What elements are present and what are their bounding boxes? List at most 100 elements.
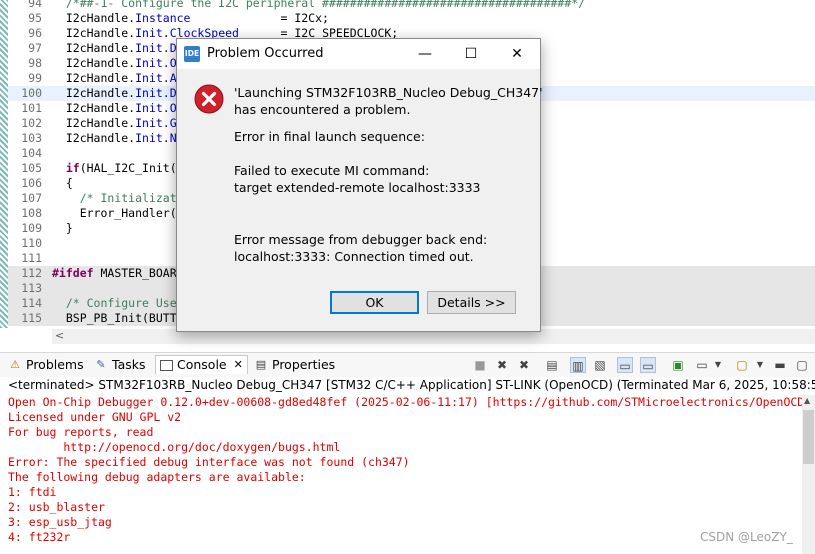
- tab-properties-label: Properties: [272, 357, 336, 372]
- code-token: {: [52, 176, 73, 190]
- code-token: .A: [162, 71, 177, 85]
- dialog-titlebar[interactable]: IDE Problem Occurred — ☐ ✕: [177, 39, 540, 69]
- console-output[interactable]: Open On-Chip Debugger 0.12.0+dev-00608-g…: [0, 395, 802, 554]
- clear-console-icon[interactable]: ▤: [544, 357, 560, 373]
- chevron-down-icon[interactable]: ▼: [710, 357, 726, 373]
- maximize-window-button[interactable]: ☐: [448, 39, 494, 69]
- code-token: Init: [135, 116, 163, 130]
- word-wrap-icon[interactable]: ▧: [592, 357, 608, 373]
- line-number: 94: [28, 0, 42, 10]
- console-line: Open On-Chip Debugger 0.12.0+dev-00608-g…: [8, 395, 802, 409]
- line-number: 97: [28, 41, 42, 55]
- line-number: 111: [21, 251, 42, 265]
- chevron-down-icon[interactable]: ▼: [752, 357, 768, 373]
- line-number: 100: [21, 86, 42, 100]
- tab-console[interactable]: Console ✕: [155, 355, 248, 374]
- ide-logo-icon: IDE: [184, 46, 200, 62]
- scroll-lock-icon[interactable]: ▥: [570, 357, 586, 373]
- console-line: Licensed under GNU GPL v2: [8, 410, 182, 424]
- details-button[interactable]: Details >>: [427, 291, 516, 314]
- code-token: Init: [135, 26, 163, 40]
- watermark: CSDN @LeoZY_: [700, 530, 793, 544]
- code-token: /* Initializat: [79, 191, 177, 205]
- code-token: .G: [162, 116, 177, 130]
- code-token: I2cHandle.: [52, 56, 136, 70]
- code-token: /*##-1- Configure the I2C peripheral ###…: [65, 0, 586, 10]
- code-token: Init: [135, 86, 163, 100]
- scroll-up-icon[interactable]: ▲: [804, 396, 810, 405]
- code-token: Error_Handler(: [52, 206, 177, 220]
- display-console-icon[interactable]: ▭: [694, 357, 710, 373]
- scroll-left-icon[interactable]: <: [55, 329, 64, 342]
- console-line: The following debug adapters are availab…: [8, 470, 306, 484]
- console-line: Error: The specified debug interface was…: [8, 455, 410, 469]
- code-token: = I2Cx;: [190, 11, 329, 25]
- remove-all-terminated-icon[interactable]: ✖: [516, 357, 532, 373]
- code-token: .O: [162, 101, 177, 115]
- close-window-button[interactable]: ✕: [494, 39, 540, 69]
- code-line[interactable]: 95 I2cHandle.Instance = I2Cx;: [8, 11, 815, 26]
- code-token: Init: [135, 41, 163, 55]
- new-console-icon[interactable]: ▢: [734, 357, 750, 373]
- scrollbar-thumb[interactable]: [803, 410, 814, 464]
- line-number: 107: [21, 191, 42, 205]
- line-number: 115: [21, 311, 42, 325]
- tab-console-label: Console: [177, 357, 227, 372]
- tab-properties[interactable]: ▤ Properties: [254, 356, 335, 374]
- line-number: 104: [21, 146, 42, 160]
- ok-button[interactable]: OK: [330, 291, 419, 314]
- code-token: I2cHandle.: [52, 116, 136, 130]
- code-token: BSP_PB_Init(BUTT: [52, 311, 177, 325]
- show-on-stderr-icon[interactable]: ▭: [640, 357, 656, 373]
- close-icon[interactable]: ✕: [234, 356, 243, 374]
- console-line: 1: ftdi: [8, 485, 57, 499]
- console-line: 2: usb_blaster: [8, 500, 105, 514]
- code-token: }: [52, 221, 73, 235]
- dialog-message-line2: has encountered a problem.: [234, 102, 411, 117]
- problems-icon: ⚠: [10, 358, 20, 371]
- editor-ruler: [0, 0, 8, 328]
- tasks-icon: ✎: [96, 358, 106, 371]
- properties-icon: ▤: [255, 358, 267, 371]
- stop-icon[interactable]: ■: [472, 357, 488, 373]
- line-number: 105: [21, 161, 42, 175]
- maximize-icon[interactable]: ▢: [794, 357, 810, 373]
- dialog-error-heading: Error in final launch sequence:: [234, 129, 425, 144]
- minimize-icon[interactable]: ▬: [772, 357, 788, 373]
- code-token: I2cHandle.: [52, 131, 136, 145]
- console-line: 4: ft232r: [8, 530, 71, 544]
- line-number: 114: [21, 296, 42, 310]
- console-line: 3: esp_usb_jtag: [8, 515, 112, 529]
- code-token: Init: [135, 131, 163, 145]
- code-token: .N: [162, 131, 177, 145]
- code-token: I2cHandle.: [52, 86, 136, 100]
- tab-tasks[interactable]: ✎ Tasks: [94, 356, 145, 374]
- line-number: 106: [21, 176, 42, 190]
- pin-console-icon[interactable]: ▣: [670, 357, 686, 373]
- remove-launch-icon[interactable]: ✖: [494, 357, 510, 373]
- tab-problems[interactable]: ⚠ Problems: [8, 356, 84, 374]
- line-number: 102: [21, 116, 42, 130]
- code-line[interactable]: 94 /*##-1- Configure the I2C peripheral …: [8, 0, 815, 11]
- console-icon: [160, 359, 173, 371]
- code-token: if: [65, 161, 80, 175]
- show-on-stdout-icon[interactable]: ▭: [617, 357, 633, 373]
- problem-occurred-dialog: IDE Problem Occurred — ☐ ✕ 'Launching ST…: [176, 38, 543, 332]
- tab-problems-label: Problems: [26, 357, 84, 372]
- code-token: Init: [135, 101, 163, 115]
- code-token: Init: [135, 56, 163, 70]
- code-token: /* Configure Use: [65, 296, 177, 310]
- code-token: .: [162, 26, 170, 40]
- code-token: I2cHandle.: [52, 101, 136, 115]
- dialog-backend-line1: Error message from debugger back end:: [234, 232, 488, 247]
- code-token: Init: [135, 71, 163, 85]
- line-number: 95: [28, 11, 42, 25]
- code-token: I2cHandle.: [52, 26, 136, 40]
- minimize-window-button[interactable]: —: [402, 39, 448, 69]
- dialog-message-line1: 'Launching STM32F103RB_Nucleo Debug_CH34…: [234, 85, 543, 100]
- code-token: I2cHandle.: [52, 71, 136, 85]
